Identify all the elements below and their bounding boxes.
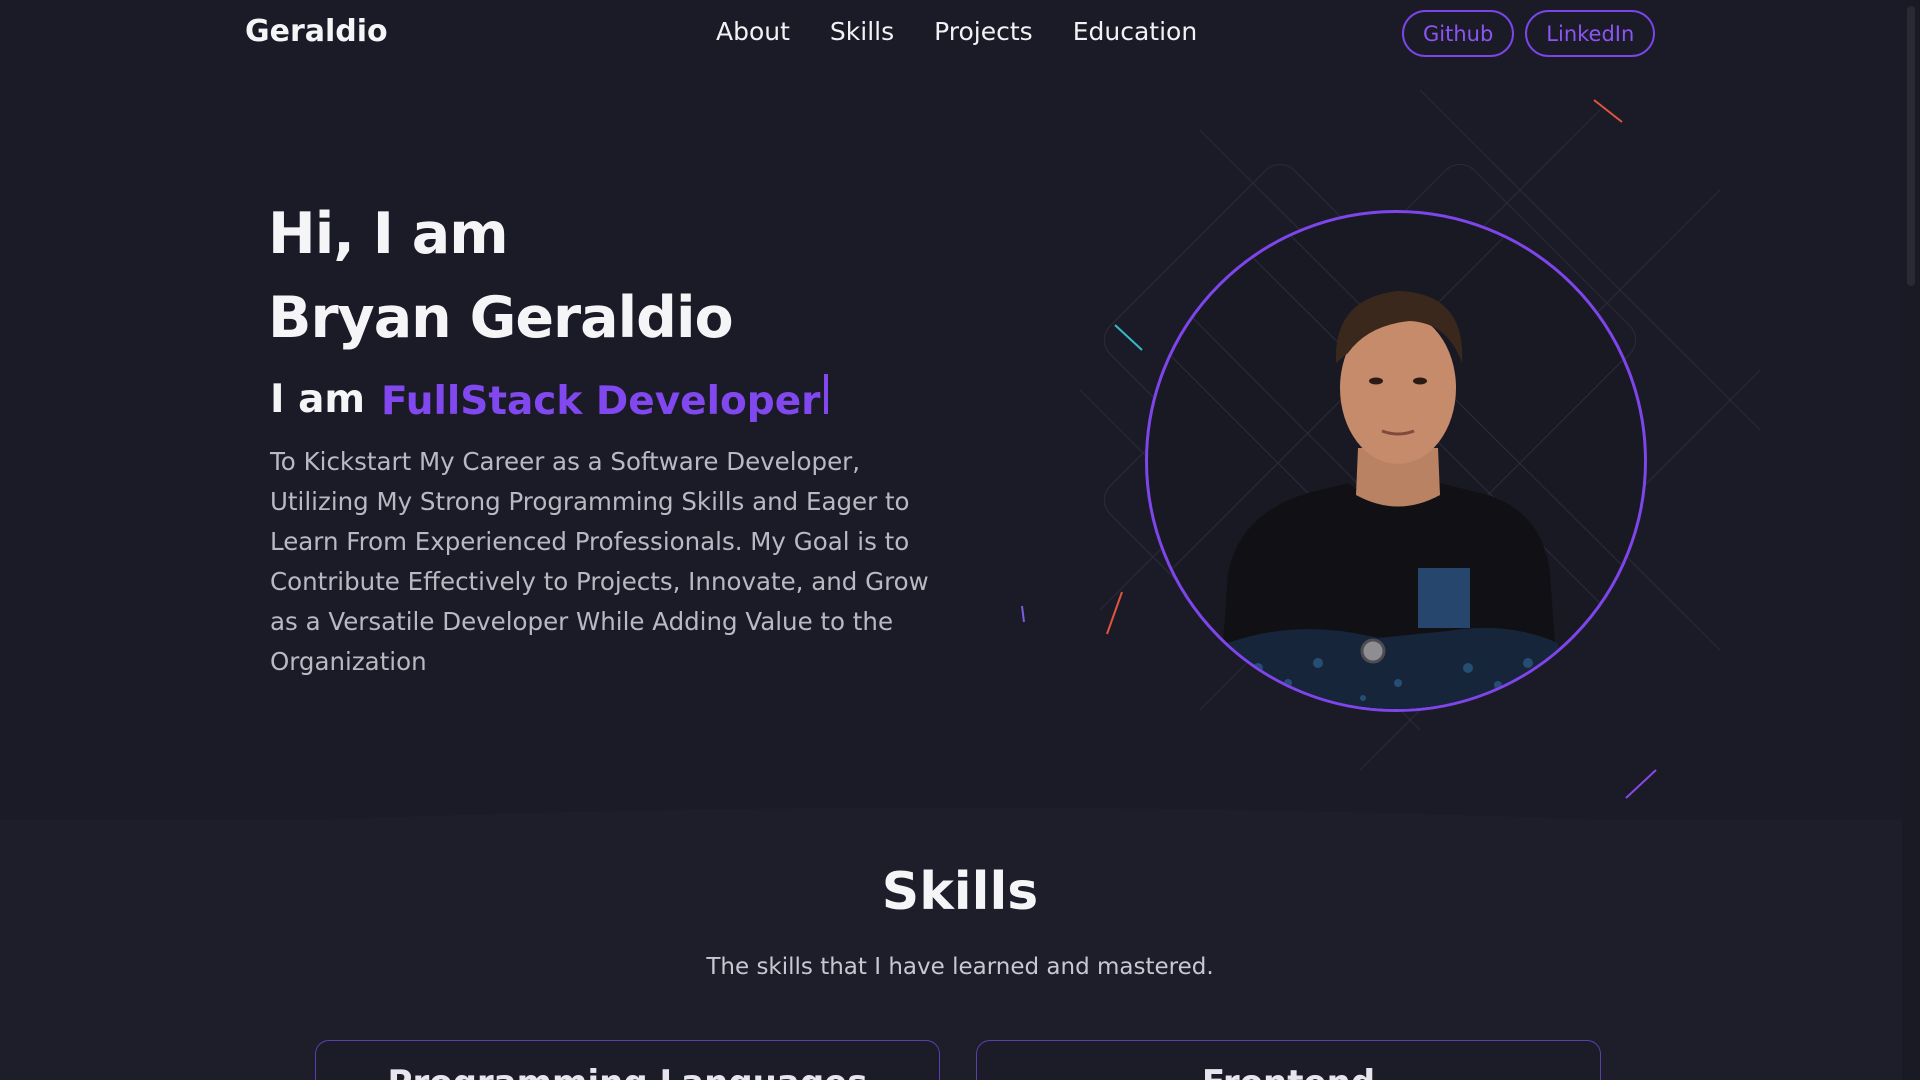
nav-links: About Skills Projects Education (716, 17, 1197, 46)
hero-description: To Kickstart My Career as a Software Dev… (270, 447, 929, 676)
nav-buttons: Github LinkedIn (1402, 10, 1656, 57)
role-line: I am FullStack Developer (270, 374, 829, 424)
profile-photo (1145, 210, 1647, 712)
linkedin-button[interactable]: LinkedIn (1525, 10, 1656, 57)
github-button[interactable]: Github (1402, 10, 1515, 57)
skills-subtitle: The skills that I have learned and maste… (706, 954, 1214, 980)
skill-card-title: Programming Languages (316, 1063, 939, 1080)
scrollbar-thumb[interactable] (1907, 6, 1915, 286)
skills-title: Skills (881, 862, 1039, 922)
role-text: FullStack Developer (381, 379, 821, 424)
brand-logo[interactable]: Geraldio (245, 14, 388, 49)
skills-section (0, 820, 1920, 1080)
nav-link-education[interactable]: Education (1073, 17, 1197, 46)
navbar: Geraldio About Skills Projects Education… (0, 0, 1920, 68)
nav-link-projects[interactable]: Projects (934, 17, 1033, 46)
hero-name: Bryan Geraldio (268, 285, 734, 351)
portfolio-page: Geraldio About Skills Projects Education… (0, 0, 1920, 1080)
skill-card-programming: Programming Languages (315, 1040, 940, 1080)
profile-photo-illustration (1148, 213, 1644, 709)
nav-link-skills[interactable]: Skills (830, 17, 894, 46)
nav-link-about[interactable]: About (716, 17, 790, 46)
scrollbar[interactable] (1902, 0, 1920, 1080)
role-typing: FullStack Developer (381, 374, 829, 424)
hero-greeting: Hi, I am (268, 201, 509, 267)
typing-caret (824, 374, 829, 414)
role-prefix: I am (270, 376, 366, 422)
skill-card-title: Frontend (977, 1063, 1600, 1080)
hero-heading: Hi, I am Bryan Geraldio (268, 192, 734, 360)
skill-card-frontend: Frontend (976, 1040, 1601, 1080)
